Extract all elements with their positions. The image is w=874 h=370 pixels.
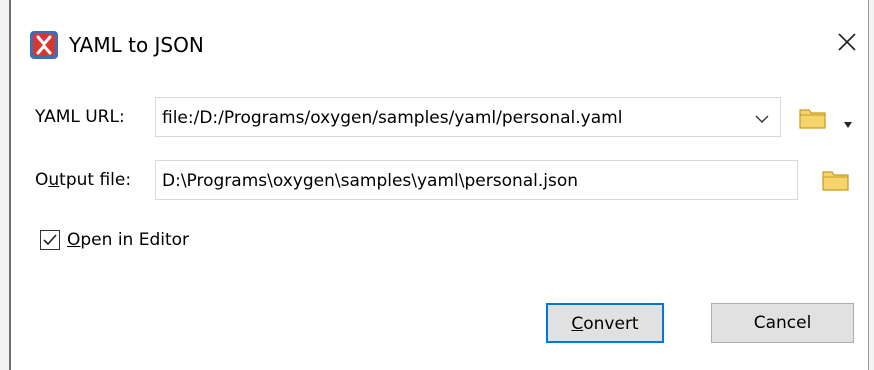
yaml-url-combobox[interactable]: file:/D:/Programs/oxygen/samples/yaml/pe…: [155, 97, 781, 137]
close-icon: [838, 33, 856, 55]
output-file-field[interactable]: D:\Programs\oxygen\samples\yaml\personal…: [155, 160, 798, 200]
open-in-editor-label-rest: pen in Editor: [80, 230, 190, 250]
folder-icon: [822, 171, 849, 191]
output-file-browse-button[interactable]: [820, 166, 852, 194]
folder-icon: [799, 109, 826, 129]
title-bar: YAML to JSON: [11, 0, 868, 82]
convert-button[interactable]: Convert: [546, 303, 664, 343]
open-in-editor-mnemonic: O: [67, 230, 81, 250]
output-file-label-pre: O: [35, 170, 49, 190]
yaml-url-value[interactable]: file:/D:/Programs/oxygen/samples/yaml/pe…: [162, 107, 622, 129]
yaml-url-browse-button[interactable]: [797, 104, 829, 132]
output-file-label-post: tput file:: [59, 170, 132, 190]
convert-label-rest: onvert: [583, 314, 639, 334]
yaml-to-json-dialog: YAML to JSON YAML URL: file:/D:/Programs…: [11, 0, 868, 370]
open-in-editor-label[interactable]: Open in Editor: [67, 229, 189, 251]
cancel-button[interactable]: Cancel: [711, 303, 854, 343]
caret-down-icon[interactable]: [843, 114, 853, 128]
convert-mnemonic: C: [571, 314, 584, 334]
output-file-label: Output file:: [35, 169, 131, 191]
oxygen-x-icon: [30, 31, 58, 59]
close-button[interactable]: [825, 22, 869, 66]
checkmark-icon: [43, 234, 57, 246]
chevron-down-icon[interactable]: [752, 108, 772, 128]
output-file-label-mnemonic: u: [48, 170, 60, 190]
dialog-title: YAML to JSON: [69, 33, 204, 57]
open-in-editor-checkbox[interactable]: [40, 230, 60, 250]
yaml-url-label: YAML URL:: [35, 107, 125, 127]
output-file-value[interactable]: D:\Programs\oxygen\samples\yaml\personal…: [162, 170, 578, 192]
